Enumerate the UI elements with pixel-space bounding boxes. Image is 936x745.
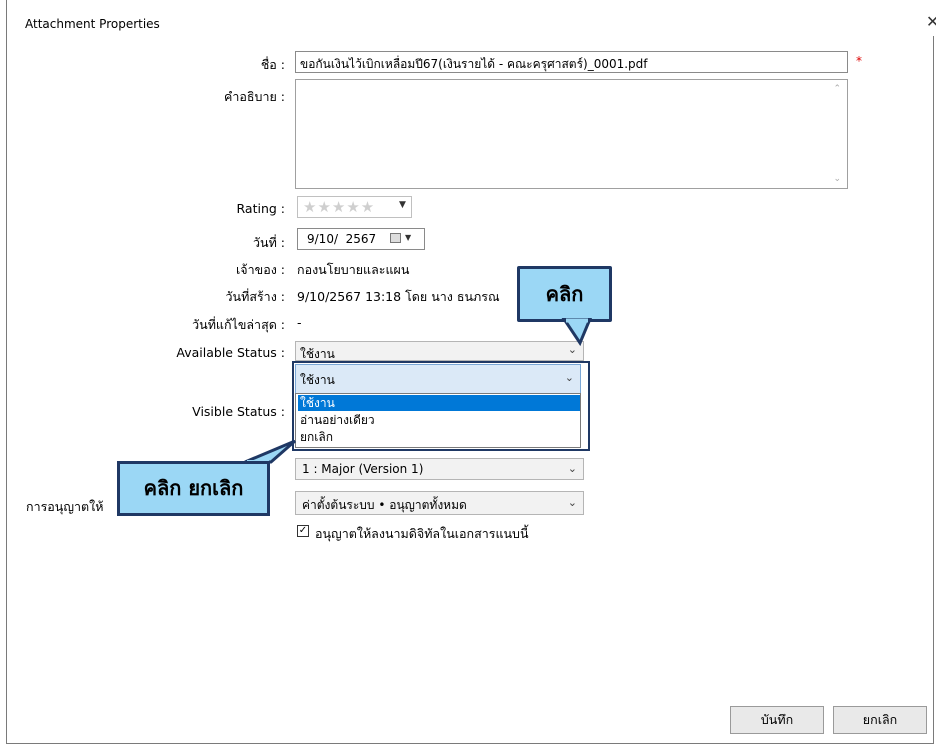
status-dropdown-combo[interactable]: ใช้งาน ⌄	[295, 364, 581, 394]
version-value: 1 : Major (Version 1)	[302, 462, 424, 476]
permission-value: ค่าตั้งต้นระบบ • อนุญาตทั้งหมด	[302, 498, 467, 512]
chevron-down-icon: ⌄	[564, 371, 574, 384]
version-select[interactable]: 1 : Major (Version 1) ⌄	[295, 458, 584, 480]
dropdown-option-readonly[interactable]: อ่านอย่างเดียว	[298, 412, 580, 428]
date-value: 9/10/ 2567	[307, 232, 377, 246]
name-input[interactable]: ขอกันเงินไว้เบิกเหลื่อมปี67(เงินรายได้ -…	[295, 51, 848, 73]
available-status-select[interactable]: ใช้งาน ⌄	[295, 341, 584, 361]
rating-stars: ★★★★★	[303, 198, 376, 216]
rating-label: Rating :	[236, 201, 286, 216]
name-label: ชื่อ :	[260, 57, 285, 72]
dropdown-option-cancel[interactable]: ยกเลิก	[298, 429, 580, 445]
date-label: วันที่ :	[253, 235, 285, 250]
calendar-icon[interactable]	[390, 233, 401, 243]
modified-value: -	[297, 315, 302, 330]
dialog-title: Attachment Properties	[25, 17, 160, 31]
chevron-down-icon: ▼	[405, 233, 412, 242]
visible-status-label: Visible Status :	[192, 404, 285, 419]
close-icon[interactable]: ✕	[926, 12, 936, 31]
chevron-down-icon: ⌄	[567, 462, 577, 475]
callout-click-text: คลิก	[545, 282, 584, 306]
chevron-down-icon: ⌄	[567, 496, 577, 509]
title-bar: Attachment Properties ✕	[7, 0, 936, 36]
rating-dropdown[interactable]: ★★★★★ ▼	[297, 196, 412, 218]
permission-label: การอนุญาตให้	[26, 499, 104, 514]
owner-value: กองนโยบายและแผน	[297, 262, 410, 277]
created-value: 9/10/2567 13:18 โดย นาง ธนภรณ	[297, 289, 500, 304]
permission-select[interactable]: ค่าตั้งต้นระบบ • อนุญาตทั้งหมด ⌄	[295, 491, 584, 515]
owner-label: เจ้าของ :	[236, 262, 285, 277]
checkbox-checked-icon[interactable]: ✓	[297, 525, 309, 537]
save-button[interactable]: บันทึก	[730, 706, 824, 734]
description-label: คำอธิบาย :	[224, 89, 285, 104]
callout-click: คลิก	[517, 266, 612, 322]
dropdown-option-active[interactable]: ใช้งาน	[298, 395, 580, 411]
status-dropdown-selected: ใช้งาน	[300, 373, 335, 387]
callout-click-cancel-text: คลิก ยกเลิก	[143, 476, 244, 500]
scroll-down-icon[interactable]: ⌄	[833, 174, 841, 184]
scroll-up-icon[interactable]: ⌃	[833, 84, 841, 94]
date-picker[interactable]: 9/10/ 2567 ▼	[297, 228, 425, 250]
chevron-down-icon: ▼	[399, 200, 406, 210]
required-mark: *	[856, 54, 862, 68]
description-textarea[interactable]: ⌃ ⌄	[295, 79, 848, 189]
callout-click-cancel: คลิก ยกเลิก	[117, 461, 270, 516]
cancel-button[interactable]: ยกเลิก	[833, 706, 927, 734]
created-label: วันที่สร้าง :	[225, 289, 285, 304]
callout-click-pointer	[561, 318, 593, 347]
name-input-value: ขอกันเงินไว้เบิกเหลื่อมปี67(เงินรายได้ -…	[300, 57, 648, 71]
available-status-label: Available Status :	[176, 345, 285, 360]
modified-label: วันที่แก้ไขล่าสุด :	[192, 317, 285, 332]
status-dropdown-list: ใช้งาน อ่านอย่างเดียว ยกเลิก	[295, 393, 581, 448]
signature-checkbox-label[interactable]: อนุญาตให้ลงนามดิจิทัลในเอกสารแนบนี้	[315, 524, 529, 544]
